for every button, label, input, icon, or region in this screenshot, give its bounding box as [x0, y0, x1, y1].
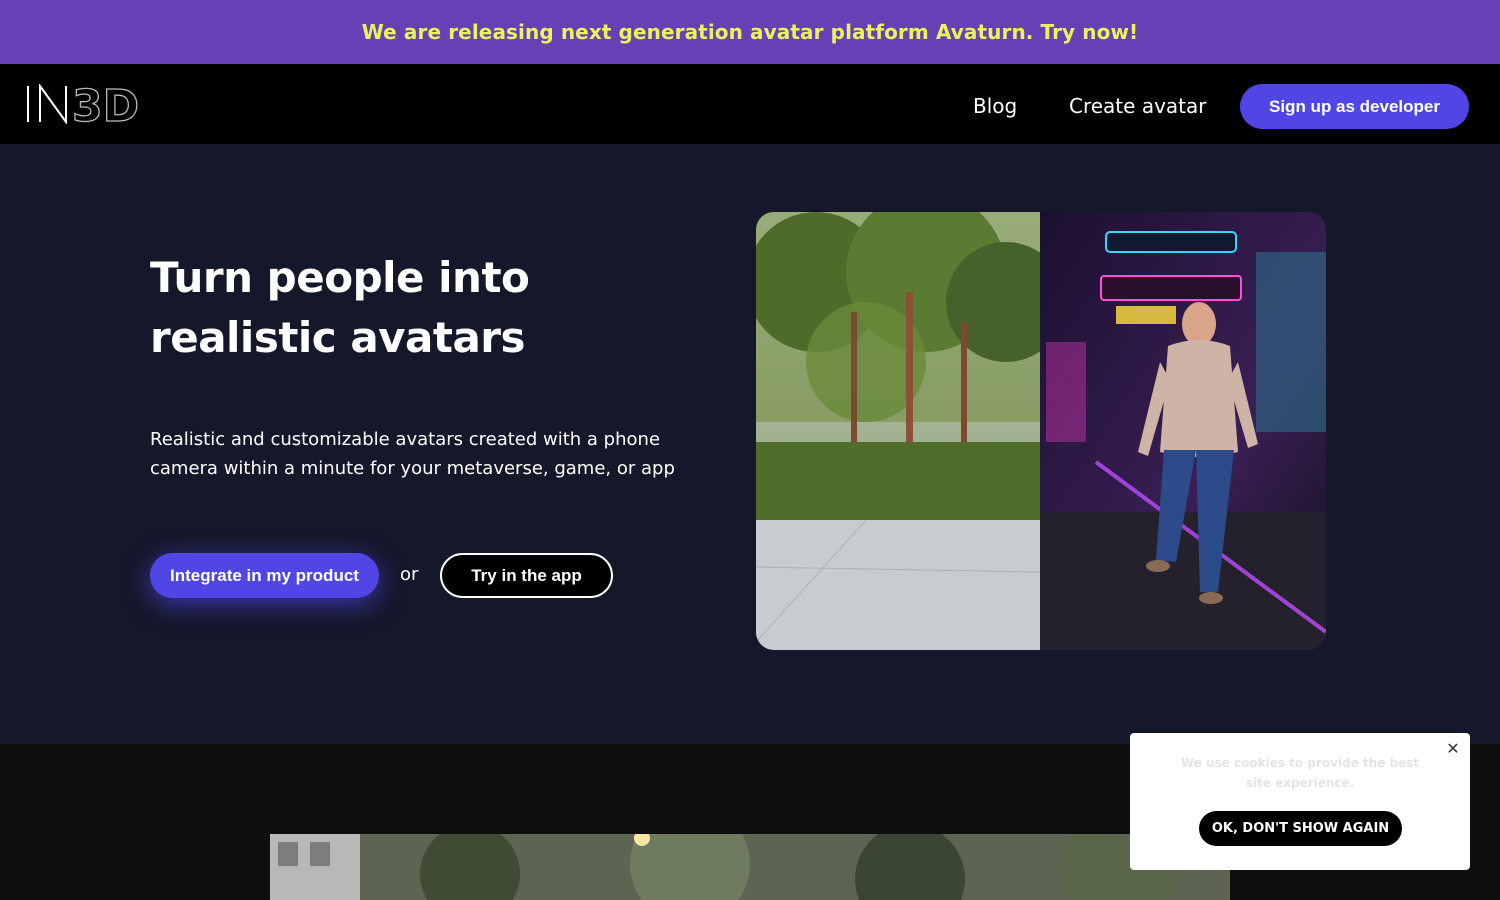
svg-text:3D: 3D [72, 84, 139, 124]
video-preview [270, 834, 1230, 900]
or-label: or [400, 564, 419, 585]
pavement [756, 520, 1040, 650]
try-app-button[interactable]: Try in the app [440, 553, 613, 598]
cookie-message: We use cookies to provide the best site … [1180, 756, 1420, 790]
cookie-accept-button[interactable]: OK, DON'T SHOW AGAIN [1199, 811, 1402, 846]
announcement-banner[interactable]: We are releasing next generation avatar … [0, 0, 1500, 64]
integrate-button[interactable]: Integrate in my product [150, 553, 379, 598]
top-navigation: 3D Blog Create avatar Sign up as develop… [0, 64, 1500, 144]
announcement-text[interactable]: We are releasing next generation avatar … [362, 20, 1139, 44]
demo-video[interactable] [270, 834, 1230, 900]
avatar-comparison-illustration [756, 212, 1326, 650]
signup-developer-button[interactable]: Sign up as developer [1240, 84, 1469, 129]
in3d-logo[interactable]: 3D [26, 84, 148, 124]
hero-title: Turn people into realistic avatars [150, 253, 530, 362]
logo-icon: 3D [27, 84, 140, 124]
nav-link-blog[interactable]: Blog [973, 94, 1017, 118]
cookie-banner: ✕ We use cookies to provide the best sit… [1130, 733, 1470, 870]
close-icon[interactable]: ✕ [1444, 739, 1462, 758]
hero-avatar-image [756, 212, 1326, 650]
grass [756, 442, 1040, 520]
hero-subtitle: Realistic and customizable avatars creat… [150, 429, 675, 479]
hero-section: Turn people into realistic avatars Reali… [0, 144, 1500, 744]
nav-link-create-avatar[interactable]: Create avatar [1069, 94, 1206, 118]
